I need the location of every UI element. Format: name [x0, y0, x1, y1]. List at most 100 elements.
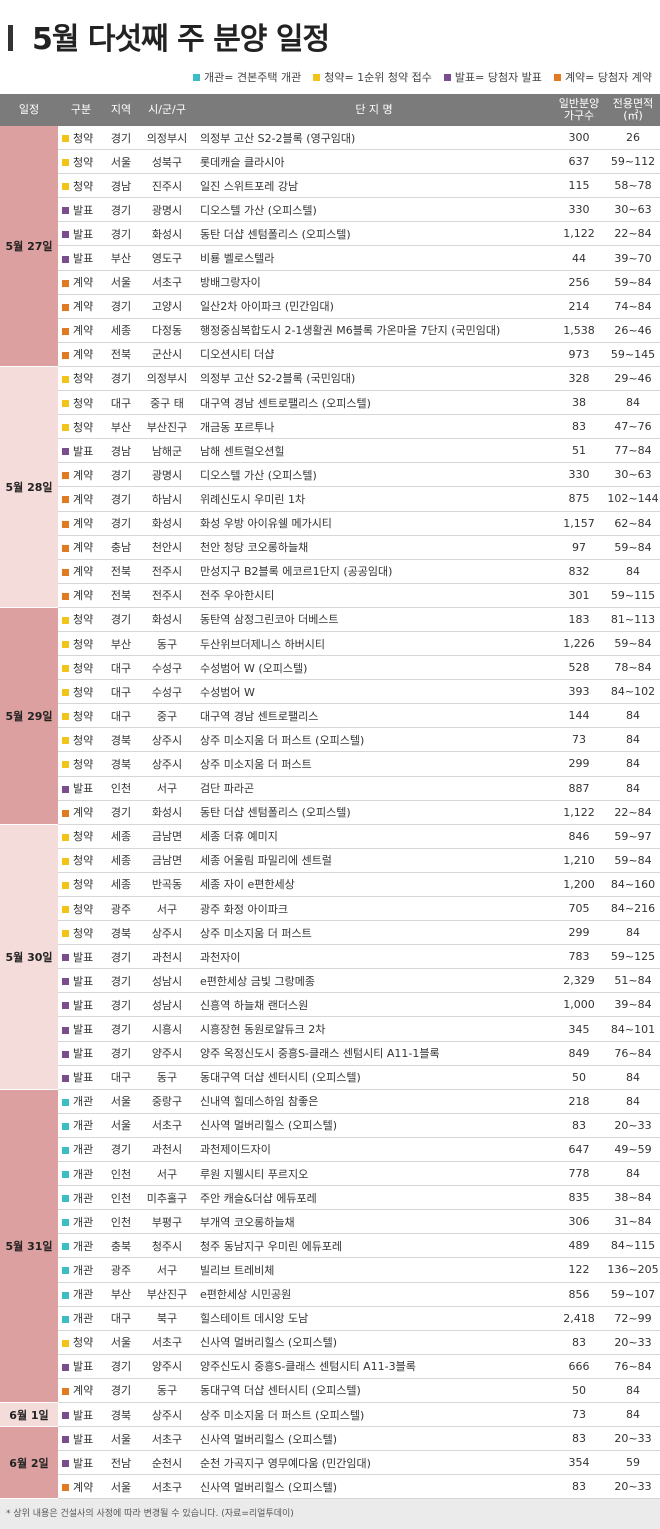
table-row: 청약 경북 상주시 상주 미소지움 더 퍼스트 299 84	[0, 920, 660, 946]
legend-item: 발표= 당첨자 발표	[443, 69, 542, 85]
area-cell: 84	[606, 703, 660, 729]
region-cell: 전북	[104, 342, 138, 367]
date-cell: 6월 2일	[0, 1426, 58, 1500]
region-cell: 전북	[104, 559, 138, 584]
type-label: 청약	[73, 155, 94, 169]
area-cell: 84	[606, 776, 660, 801]
type-cell: 청약	[58, 390, 104, 416]
units-cell: 115	[552, 173, 606, 199]
complex-name-cell: 광주 화정 아이파크	[196, 896, 552, 922]
area-cell: 84	[606, 751, 660, 777]
complex-name-cell: 의정부 고산 S2-2블록 (영구임대)	[196, 126, 552, 151]
region-cell: 서울	[104, 1113, 138, 1138]
type-square-icon	[62, 1363, 69, 1371]
units-cell: 647	[552, 1137, 606, 1163]
table-row: 개관 서울 서초구 신사역 멀버리힐스 (오피스텔) 83 20~33	[0, 1113, 660, 1138]
type-cell: 개관	[58, 1113, 104, 1138]
city-cell: 서초구	[138, 1474, 196, 1500]
table-row: 발표 경남 남해군 남해 센트럴오션힐 51 77~84	[0, 438, 660, 464]
city-cell: 광명시	[138, 462, 196, 488]
legend-label: 계약= 당첨자 계약	[564, 71, 652, 84]
type-label: 청약	[73, 420, 94, 434]
city-cell: 성남시	[138, 968, 196, 994]
type-label: 청약	[73, 902, 94, 916]
city-cell: 시흥시	[138, 1016, 196, 1042]
table-row: 발표 인천 서구 검단 파라곤 887 84	[0, 776, 660, 801]
city-cell: 광명시	[138, 197, 196, 223]
city-cell: 의정부시	[138, 126, 196, 151]
region-cell: 경기	[104, 800, 138, 825]
table-row: 5월 30일 청약 세종 금남면 세종 더휴 예미지 846 59~97	[0, 824, 660, 1090]
type-square-icon	[62, 279, 69, 287]
area-cell: 39~70	[606, 245, 660, 271]
table-row: 청약 대구 수성구 수성범어 W 393 84~102	[0, 679, 660, 705]
complex-name-cell: 롯데캐슬 클라시아	[196, 149, 552, 175]
area-cell: 77~84	[606, 438, 660, 464]
area-cell: 26~46	[606, 318, 660, 343]
units-cell: 83	[552, 414, 606, 440]
type-label: 개관	[73, 1119, 94, 1133]
units-cell: 832	[552, 559, 606, 584]
type-square-icon	[62, 496, 69, 504]
type-cell: 청약	[58, 366, 104, 392]
area-cell: 31~84	[606, 1209, 660, 1235]
type-square-icon	[62, 1387, 69, 1395]
type-label: 계약	[73, 348, 94, 362]
type-square-icon	[62, 1315, 69, 1323]
units-cell: 50	[552, 1065, 606, 1090]
type-label: 계약	[73, 806, 94, 820]
region-cell: 대구	[104, 1065, 138, 1090]
city-cell: 영도구	[138, 245, 196, 271]
region-cell: 세종	[104, 872, 138, 898]
region-cell: 경기	[104, 944, 138, 970]
complex-name-cell: 순천 가곡지구 영무예다움 (민간임대)	[196, 1450, 552, 1476]
type-square-icon	[62, 833, 69, 841]
area-cell: 59	[606, 1450, 660, 1476]
type-cell: 발표	[58, 968, 104, 994]
complex-name-cell: 양주신도시 중흥S-클래스 센텀시티 A11-3블록	[196, 1354, 552, 1379]
table-row: 개관 인천 미추홀구 주안 캐슬&더샵 에듀포레 835 38~84	[0, 1185, 660, 1211]
units-cell: 1,000	[552, 992, 606, 1018]
type-label: 청약	[73, 830, 94, 844]
region-cell: 부산	[104, 414, 138, 440]
city-cell: 의정부시	[138, 366, 196, 392]
type-cell: 개관	[58, 1137, 104, 1163]
units-cell: 875	[552, 486, 606, 512]
complex-name-cell: 일진 스위트포레 강남	[196, 173, 552, 199]
table-row: 5월 29일 청약 경기 화성시 동탄역 삼정그린코아 더베스트 183 81~113	[0, 607, 660, 825]
units-cell: 38	[552, 390, 606, 416]
complex-name-cell: 신흥역 하늘채 랜더스원	[196, 992, 552, 1018]
type-label: 청약	[73, 637, 94, 651]
table-row: 계약 서울 서초구 방배그랑자이 256 59~84	[0, 270, 660, 295]
table-row: 계약 경기 화성시 화성 우방 아이유쉘 메가시티 1,157 62~84	[0, 511, 660, 536]
type-label: 발표	[73, 1023, 94, 1037]
table-header-row: 일정 구분 지역 시/군/구 단 지 명 일반분양 가구수 전용면적 (㎡)	[0, 94, 660, 126]
type-square-icon	[62, 1050, 69, 1058]
type-cell: 계약	[58, 583, 104, 608]
complex-name-cell: 세종 어울림 파밀리에 센트럴	[196, 848, 552, 873]
units-cell: 83	[552, 1426, 606, 1452]
table-row: 개관 인천 서구 루원 지웰시티 푸르지오 778 84	[0, 1161, 660, 1187]
header-date: 일정	[0, 94, 58, 126]
city-cell: 양주시	[138, 1354, 196, 1379]
area-cell: 76~84	[606, 1354, 660, 1379]
area-cell: 59~112	[606, 149, 660, 175]
type-label: 발표	[73, 1071, 94, 1085]
area-cell: 49~59	[606, 1137, 660, 1163]
type-label: 청약	[73, 709, 94, 723]
type-square-icon	[62, 327, 69, 335]
type-cell: 청약	[58, 872, 104, 898]
type-cell: 발표	[58, 221, 104, 247]
area-cell: 84	[606, 1161, 660, 1187]
region-cell: 경기	[104, 462, 138, 488]
region-cell: 세종	[104, 848, 138, 873]
area-cell: 20~33	[606, 1113, 660, 1138]
complex-name-cell: 검단 파라곤	[196, 776, 552, 801]
type-square-icon	[62, 930, 69, 938]
region-cell: 부산	[104, 245, 138, 271]
type-cell: 계약	[58, 270, 104, 295]
type-label: 청약	[73, 661, 94, 675]
type-square-icon	[62, 1171, 69, 1179]
type-label: 발표	[73, 998, 94, 1012]
region-cell: 세종	[104, 824, 138, 849]
